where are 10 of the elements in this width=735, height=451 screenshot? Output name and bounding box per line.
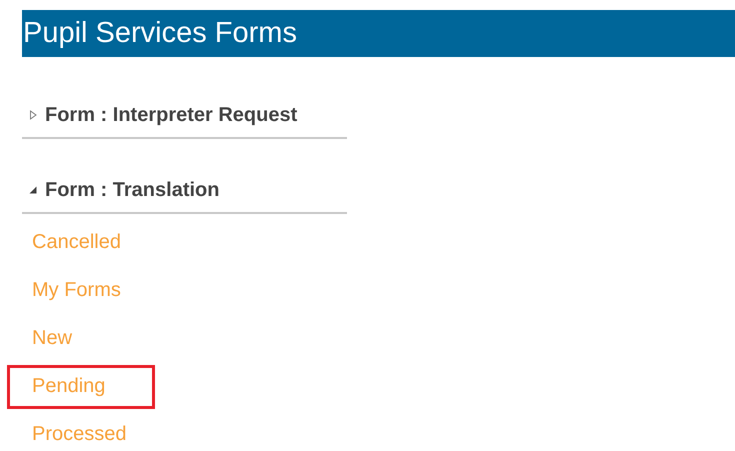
section-header[interactable]: Form : Translation bbox=[22, 168, 347, 214]
expand-triangle-icon[interactable] bbox=[28, 110, 38, 120]
form-link[interactable]: Pending bbox=[32, 374, 106, 398]
form-link[interactable]: My Forms bbox=[32, 278, 121, 302]
page-title: Pupil Services Forms bbox=[22, 10, 735, 57]
form-link[interactable]: New bbox=[32, 326, 72, 350]
form-link[interactable]: Processed bbox=[32, 422, 126, 446]
form-link[interactable]: Cancelled bbox=[32, 230, 121, 254]
section-header[interactable]: Form : Interpreter Request bbox=[22, 93, 347, 139]
collapse-triangle-icon[interactable] bbox=[28, 185, 38, 195]
